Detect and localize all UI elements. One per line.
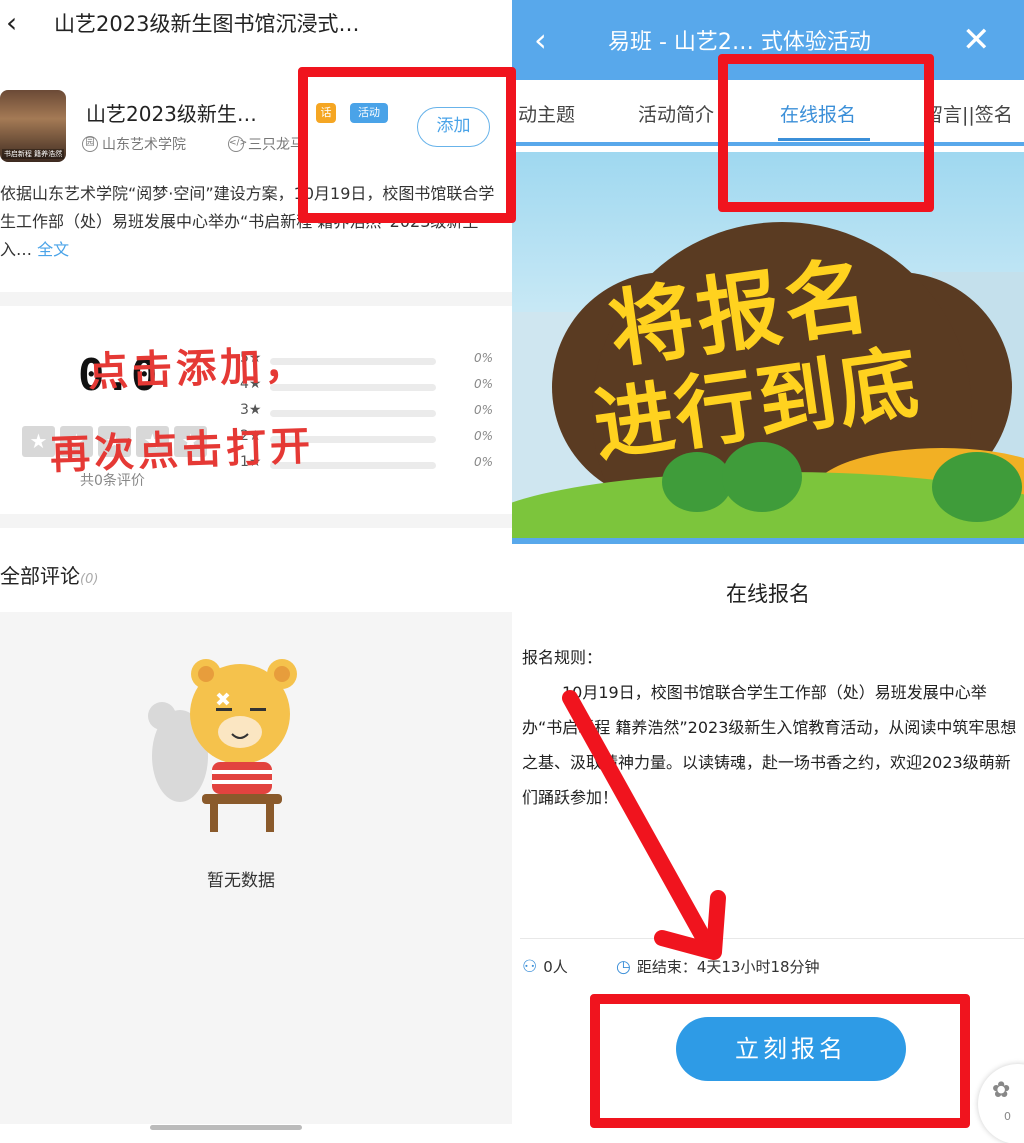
participants-info: ⚇ 0人 bbox=[522, 956, 568, 977]
left-header: ‹ 山艺2023级新生图书馆沉浸式… bbox=[0, 0, 512, 46]
rules-heading: 报名规则： bbox=[522, 648, 603, 667]
tab-theme[interactable]: 动主题 bbox=[518, 100, 575, 127]
highlight-add-button bbox=[298, 67, 516, 223]
code-icon: </> bbox=[228, 136, 247, 152]
empty-state: 暂无数据 bbox=[0, 612, 512, 1124]
rating-percent: 0% bbox=[474, 351, 494, 365]
comments-count: (0) bbox=[80, 572, 99, 587]
divider bbox=[0, 514, 512, 528]
activity-name: 山艺2023级新生… bbox=[86, 102, 257, 126]
back-icon[interactable]: ‹ bbox=[6, 6, 34, 40]
participants-count: 0人 bbox=[543, 958, 568, 976]
annotation-click-open: 再次点击打开 bbox=[49, 422, 315, 479]
home-indicator bbox=[150, 1125, 302, 1130]
rules-body: 10月19日，校图书馆联合学生工作部（处）易班发展中心举办“书启新程 籍养浩然”… bbox=[522, 683, 1017, 807]
comments-header: 全部评论(0) bbox=[0, 560, 98, 589]
tab-intro[interactable]: 活动简介 bbox=[638, 100, 714, 127]
floating-like-button[interactable]: ✿ 0 bbox=[978, 1064, 1024, 1143]
signup-rules: 报名规则： 10月19日，校图书馆联合学生工作部（处）易班发展中心举办“书启新程… bbox=[522, 640, 1022, 815]
rating-percent: 0% bbox=[474, 455, 494, 469]
rating-percent: 0% bbox=[474, 429, 494, 443]
activity-thumbnail: 书启新程 籍养浩然 bbox=[0, 90, 66, 162]
thumbnail-caption: 书启新程 籍养浩然 bbox=[2, 149, 64, 159]
tab-message[interactable]: 留言||签名 bbox=[924, 100, 1013, 127]
page-title: 易班 - 山艺2… 式体验活动 bbox=[608, 30, 871, 55]
rating-percent: 0% bbox=[474, 403, 494, 417]
organizer-name: 三只龙马 bbox=[248, 137, 304, 153]
clock-icon: ◷ bbox=[616, 956, 631, 977]
page-title: 山艺2023级新生图书馆沉浸式… bbox=[54, 12, 360, 36]
rating-percent: 0% bbox=[474, 377, 494, 391]
school-icon: 园 bbox=[82, 136, 98, 152]
composite-screenshot: ‹ 山艺2023级新生图书馆沉浸式… 书启新程 籍养浩然 山艺2023级新生… … bbox=[0, 0, 1024, 1143]
deadline-info: ◷ 距结束：4天13小时18分钟 bbox=[616, 956, 820, 977]
deadline-text: 距结束：4天13小时18分钟 bbox=[636, 958, 820, 976]
divider bbox=[520, 938, 1024, 939]
highlight-signup-button bbox=[590, 994, 970, 1128]
back-icon[interactable]: ‹ bbox=[534, 20, 547, 60]
people-icon: ⚇ bbox=[522, 956, 538, 977]
intro-more-link[interactable]: 全文 bbox=[37, 240, 69, 259]
empty-text: 暂无数据 bbox=[207, 871, 275, 891]
like-count: 0 bbox=[1004, 1110, 1011, 1123]
close-icon[interactable]: ✕ bbox=[962, 20, 991, 60]
bear-illustration bbox=[140, 644, 340, 844]
highlight-signup-tab bbox=[718, 54, 934, 212]
comments-title: 全部评论 bbox=[0, 564, 80, 588]
section-title: 在线报名 bbox=[726, 582, 810, 606]
school-meta: 园 山东艺术学院 bbox=[82, 134, 186, 154]
divider bbox=[0, 292, 512, 306]
annotation-click-add: 点击添加， bbox=[87, 341, 309, 396]
flower-icon: ✿ bbox=[992, 1078, 1011, 1103]
school-name: 山东艺术学院 bbox=[102, 137, 186, 153]
organizer-meta: </> 三只龙马 bbox=[228, 134, 304, 154]
